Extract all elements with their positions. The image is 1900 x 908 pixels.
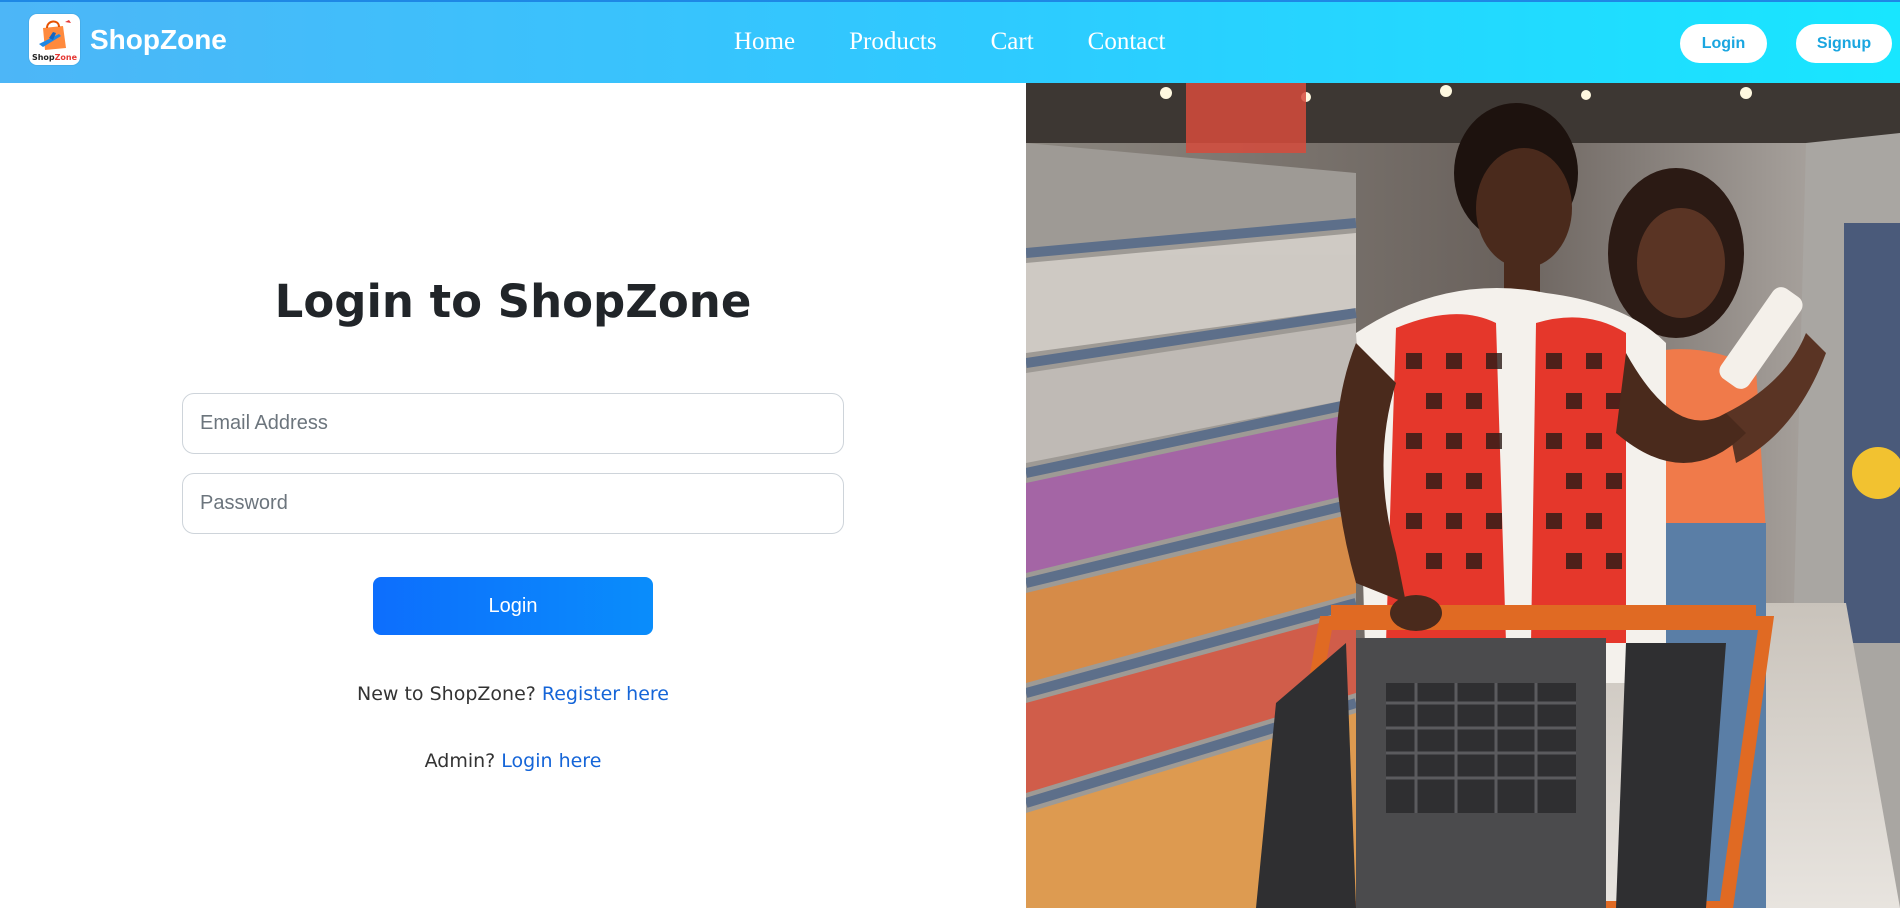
hero-image [1026, 83, 1900, 908]
login-submit-button[interactable]: Login [373, 577, 653, 635]
nav-link-products[interactable]: Products [849, 28, 937, 56]
brand[interactable]: ShopZone ShopZone [29, 14, 227, 65]
register-prompt: New to ShopZone? Register here [0, 683, 1026, 705]
logo-wordmark: ShopZone [31, 53, 78, 62]
shopzone-logo-icon[interactable]: ShopZone [29, 14, 80, 65]
supermarket-couple-photo-icon [1026, 83, 1900, 908]
navbar: ShopZone ShopZone Home Products Cart Con… [0, 0, 1900, 83]
register-link[interactable]: Register here [542, 683, 669, 705]
email-field[interactable] [182, 393, 844, 454]
register-prompt-text: New to ShopZone? [357, 683, 536, 705]
page-title: Login to ShopZone [274, 275, 752, 328]
nav-link-home[interactable]: Home [734, 28, 795, 56]
admin-prompt: Admin? Login here [0, 750, 1026, 772]
nav-link-cart[interactable]: Cart [991, 28, 1034, 56]
main-nav: Home Products Cart Contact [734, 28, 1165, 56]
admin-prompt-text: Admin? [424, 750, 496, 772]
nav-signup-button[interactable]: Signup [1796, 24, 1892, 63]
admin-login-link[interactable]: Login here [501, 750, 601, 772]
nav-login-button[interactable]: Login [1680, 24, 1767, 63]
password-field[interactable] [182, 473, 844, 534]
login-panel: Login to ShopZone Login New to ShopZone?… [0, 83, 1026, 908]
nav-link-contact[interactable]: Contact [1088, 28, 1166, 56]
brand-name[interactable]: ShopZone [90, 24, 227, 56]
